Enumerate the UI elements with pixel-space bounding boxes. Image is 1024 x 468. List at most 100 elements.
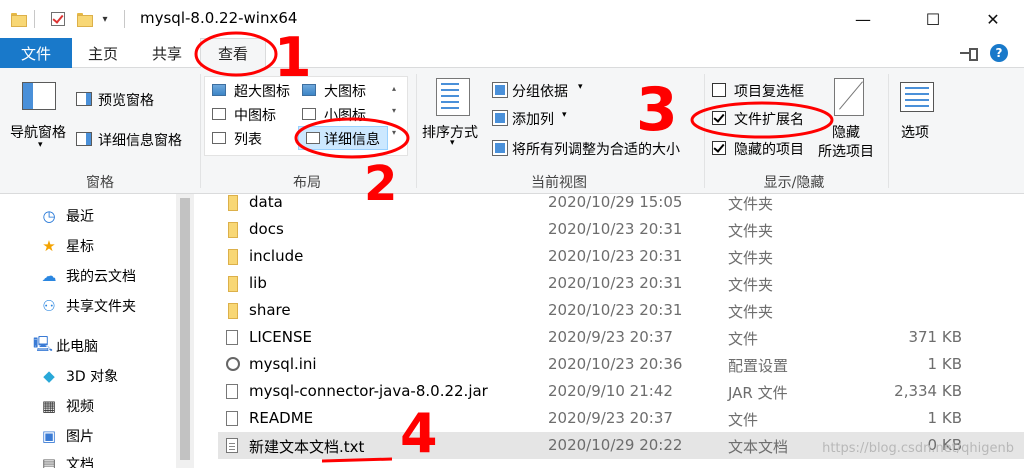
layout-medium-icons[interactable]: 中图标 [234, 105, 276, 125]
add-columns-button[interactable]: 添加列 [512, 109, 554, 129]
tab-view[interactable]: 查看 [200, 38, 266, 69]
hidden-items-checkbox[interactable] [712, 141, 726, 155]
file-row[interactable]: share 2020/10/23 20:31 文件夹 [218, 297, 1024, 324]
file-extensions-checkbox[interactable] [712, 111, 726, 125]
layout-list[interactable]: 列表 [234, 129, 262, 149]
file-row[interactable]: mysql-connector-java-8.0.22.jar 2020/9/1… [218, 378, 1024, 405]
details-pane-button[interactable]: 详细信息窗格 [98, 130, 182, 150]
nav-item-label: 最近 [66, 209, 94, 225]
nav-item-label: 3D 对象 [66, 369, 119, 385]
options-icon[interactable] [900, 82, 934, 112]
hide-selected-button[interactable]: 隐藏 [832, 122, 860, 142]
file-row[interactable]: data 2020/10/29 15:05 文件夹 [218, 189, 1024, 216]
shared-folder-icon: ⚇ [42, 297, 56, 315]
tab-share[interactable]: 共享 [134, 38, 200, 68]
minimize-button[interactable]: — [840, 0, 886, 38]
nav-item-this-pc[interactable]: 🖳 此电脑 [0, 332, 176, 360]
hide-selected-icon[interactable] [834, 78, 864, 116]
layout-scroll-arrows[interactable]: ▴ ▾ ▾ [392, 78, 404, 144]
preview-pane-button[interactable]: 预览窗格 [98, 90, 154, 110]
hide-selected-button-line2[interactable]: 所选项目 [818, 141, 874, 161]
file-type: 文件夹 [728, 249, 774, 267]
group-by-button[interactable]: 分组依据 [512, 81, 568, 101]
file-size: 1 KB [927, 355, 962, 373]
file-date: 2020/10/23 20:31 [548, 247, 683, 265]
nav-item-3d-objects[interactable]: ◆ 3D 对象 [0, 362, 176, 390]
file-row[interactable]: docs 2020/10/23 20:31 文件夹 [218, 216, 1024, 243]
layout-extra-large-icons[interactable]: 超大图标 [234, 81, 290, 101]
settings-file-icon [226, 357, 240, 371]
chevron-down-icon[interactable]: ▾ [450, 138, 455, 148]
folder-icon [226, 222, 238, 238]
file-name: docs [249, 220, 284, 238]
nav-item-label: 视频 [66, 399, 94, 415]
nav-item-my-cloud-docs[interactable]: ☁ 我的云文档 [0, 262, 176, 290]
file-date: 2020/10/23 20:31 [548, 301, 683, 319]
file-type: JAR 文件 [728, 384, 788, 402]
fit-columns-button[interactable]: 将所有列调整为合适的大小 [512, 139, 680, 159]
options-button[interactable]: 选项 [901, 122, 929, 142]
nav-item-label: 此电脑 [56, 339, 98, 355]
details-pane-icon[interactable] [76, 132, 92, 146]
layout-small-icons[interactable]: 小图标 [324, 105, 366, 125]
nav-item-documents[interactable]: ▤ 文档 [0, 450, 176, 468]
cube-icon: ◆ [43, 367, 55, 385]
file-name: mysql.ini [249, 355, 317, 373]
navigation-pane-icon[interactable] [22, 82, 56, 110]
preview-pane-icon[interactable] [76, 92, 92, 106]
file-date: 2020/10/23 20:36 [548, 355, 683, 373]
folder-icon [226, 195, 238, 211]
file-row[interactable]: include 2020/10/23 20:31 文件夹 [218, 243, 1024, 270]
file-row[interactable]: lib 2020/10/23 20:31 文件夹 [218, 270, 1024, 297]
picture-icon: ▣ [41, 427, 57, 445]
pin-icon[interactable] [960, 46, 978, 61]
tab-home[interactable]: 主页 [72, 38, 134, 68]
file-name: lib [249, 274, 267, 292]
navigation-pane: ◷ 最近 ★ 星标 ☁ 我的云文档 ⚇ 共享文件夹 🖳 此电脑 ◆ 3D 对象 … [0, 194, 176, 468]
folder-icon [10, 9, 27, 29]
file-row[interactable]: LICENSE 2020/9/23 20:37 文件 371 KB [218, 324, 1024, 351]
nav-item-videos[interactable]: ▦ 视频 [0, 392, 176, 420]
folder-icon [226, 303, 238, 319]
close-button[interactable]: ✕ [970, 0, 1016, 38]
file-date: 2020/10/29 20:22 [548, 436, 683, 454]
layout-details[interactable]: 详细信息 [324, 129, 380, 149]
file-date: 2020/10/23 20:31 [548, 220, 683, 238]
nav-item-pictures[interactable]: ▣ 图片 [0, 422, 176, 450]
help-icon[interactable]: ? [990, 44, 1008, 62]
sort-icon[interactable] [436, 78, 470, 116]
nav-item-starred[interactable]: ★ 星标 [0, 232, 176, 260]
file-date: 2020/9/10 21:42 [548, 382, 673, 400]
star-icon: ★ [42, 237, 56, 255]
computer-icon: 🖳 [33, 334, 54, 353]
ribbon-tabs: 文件 主页 共享 查看 ? [0, 38, 1024, 69]
file-row[interactable]: mysql.ini 2020/10/23 20:36 配置设置 1 KB [218, 351, 1024, 378]
scrollbar-thumb[interactable] [180, 198, 190, 460]
large-icons-icon [302, 84, 316, 96]
nav-item-label: 文档 [66, 457, 94, 468]
chevron-down-icon[interactable]: ▾ [38, 140, 43, 150]
nav-item-shared-folder[interactable]: ⚇ 共享文件夹 [0, 292, 176, 320]
divider [416, 74, 417, 188]
file-date: 2020/9/23 20:37 [548, 409, 673, 427]
navigation-scrollbar[interactable] [176, 194, 194, 468]
small-icons-icon [302, 108, 316, 120]
folder-icon [226, 276, 238, 292]
layout-large-icons[interactable]: 大图标 [324, 81, 366, 101]
fit-columns-icon [492, 140, 508, 156]
properties-icon[interactable] [50, 9, 66, 29]
divider [124, 10, 125, 28]
list-icon [212, 132, 226, 144]
new-folder-icon[interactable] [76, 9, 93, 29]
file-date: 2020/9/23 20:37 [548, 328, 673, 346]
navigation-pane-button[interactable]: 导航窗格 [10, 122, 66, 142]
maximize-button[interactable]: ☐ [910, 0, 956, 38]
nav-item-recent[interactable]: ◷ 最近 [0, 202, 176, 230]
file-row[interactable]: README 2020/9/23 20:37 文件 1 KB [218, 405, 1024, 432]
file-name: 新建文本文档.txt [249, 438, 365, 456]
item-checkboxes-checkbox[interactable] [712, 83, 726, 97]
chevron-down-icon[interactable]: ▾ [578, 82, 583, 92]
chevron-down-icon[interactable]: ▾ [562, 110, 567, 120]
chevron-down-icon[interactable]: ▾ [98, 9, 112, 29]
tab-file[interactable]: 文件 [0, 38, 72, 68]
